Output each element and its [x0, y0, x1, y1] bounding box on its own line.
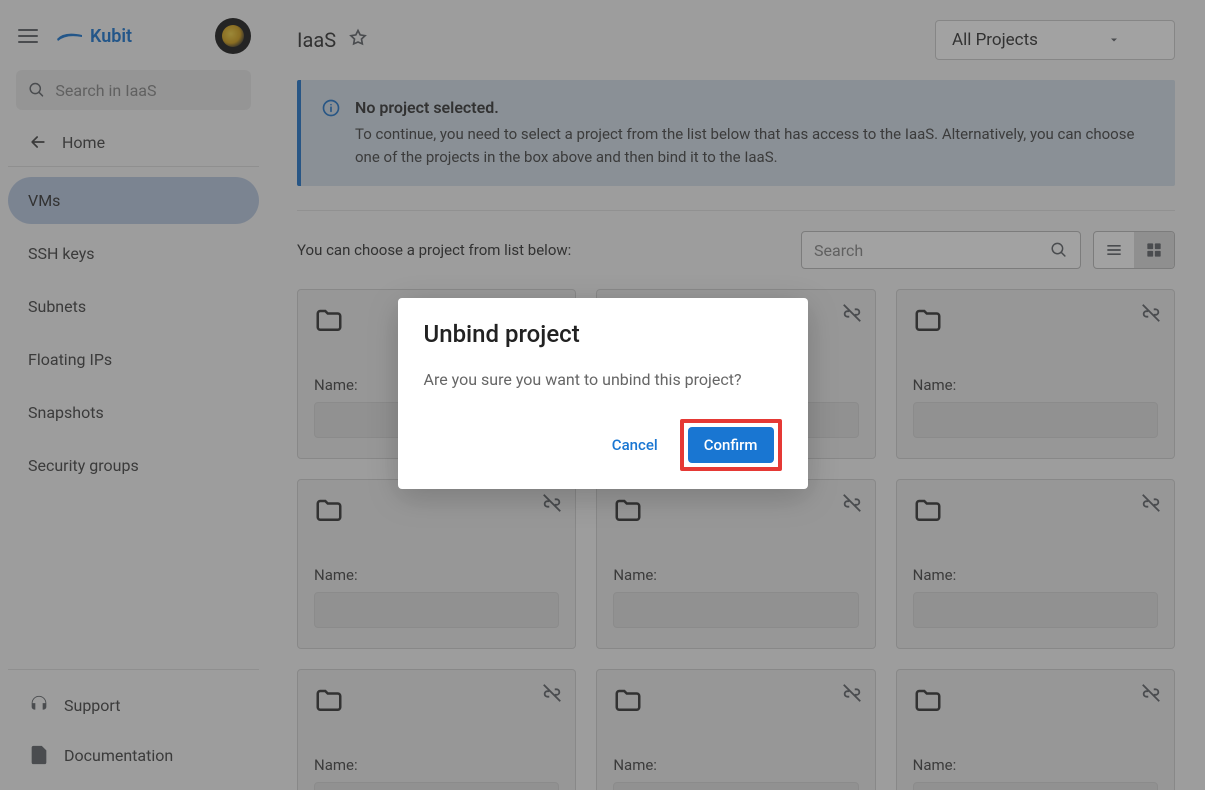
dialog-actions: Cancel Confirm — [424, 419, 782, 471]
dialog-text: Are you sure you want to unbind this pro… — [424, 370, 782, 389]
confirm-button[interactable]: Confirm — [688, 427, 774, 463]
modal-overlay[interactable]: Unbind project Are you sure you want to … — [0, 0, 1205, 790]
unbind-dialog: Unbind project Are you sure you want to … — [398, 298, 808, 489]
cancel-button[interactable]: Cancel — [602, 428, 668, 462]
dialog-title: Unbind project — [424, 320, 782, 348]
confirm-highlight: Confirm — [680, 419, 782, 471]
